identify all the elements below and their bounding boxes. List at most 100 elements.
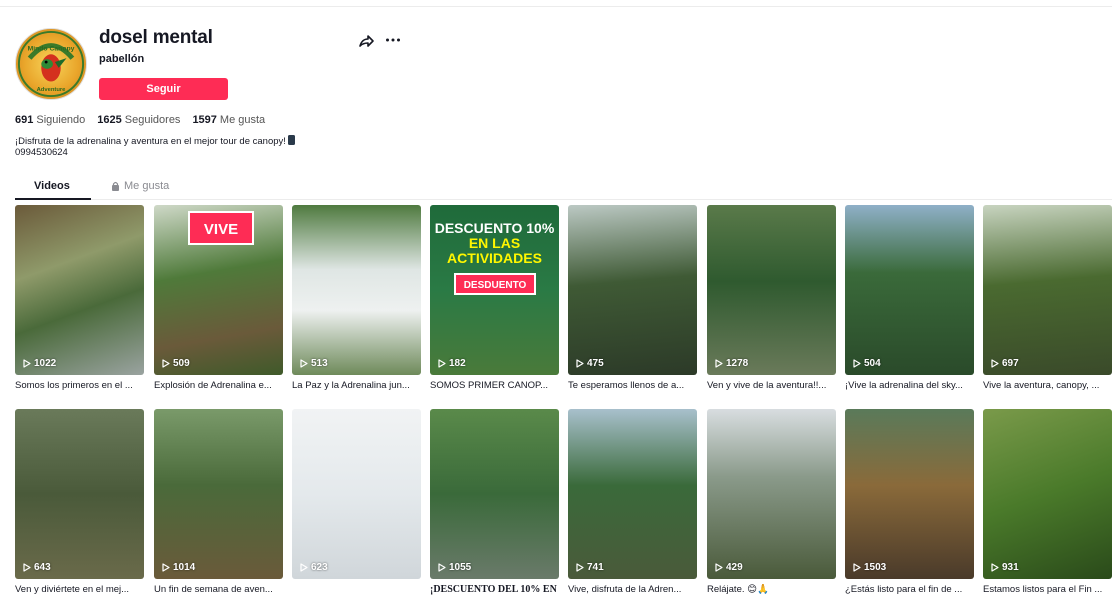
active-tab-indicator xyxy=(15,198,91,200)
view-count: 643 xyxy=(23,562,51,573)
video-card[interactable]: 697 Vive la aventura, canopy, ... xyxy=(983,205,1112,391)
play-icon xyxy=(853,563,861,572)
video-thumbnail[interactable]: 1278 xyxy=(707,205,836,375)
discount-overlay: DESCUENTO 10% EN LAS ACTIVIDADES xyxy=(434,220,555,266)
video-caption: Te esperamos llenos de a... xyxy=(568,380,685,391)
video-caption: ¿Estás listo para el fin de ... xyxy=(845,584,963,595)
view-count: 697 xyxy=(991,358,1019,369)
tab-videos[interactable]: Videos xyxy=(34,180,70,192)
video-card[interactable]: VIVE 509 Explosión de Adrenalina e... xyxy=(154,205,283,391)
play-icon xyxy=(991,359,999,368)
video-thumbnail[interactable]: 931 xyxy=(983,409,1112,579)
video-thumbnail[interactable]: 1055 xyxy=(430,409,559,579)
video-caption: Explosión de Adrenalina e... xyxy=(154,380,272,391)
video-caption: Ven y diviértete en el mej... xyxy=(15,584,130,595)
video-caption: Vive la aventura, canopy, ... xyxy=(983,380,1100,391)
svg-text:Adventure: Adventure xyxy=(37,87,67,93)
svg-text:Mindo Canopy: Mindo Canopy xyxy=(28,45,75,52)
profile-tabs: Videos Me gusta xyxy=(15,175,1112,200)
view-count: 504 xyxy=(853,358,881,369)
tab-liked[interactable]: Me gusta xyxy=(111,180,169,192)
likes-stat: 1597 Me gusta xyxy=(192,114,266,126)
share-icon[interactable] xyxy=(357,32,375,50)
video-card[interactable]: 741 Vive, disfruta de la Adren... xyxy=(568,409,697,595)
view-count: 513 xyxy=(300,358,328,369)
view-count: 1022 xyxy=(23,358,56,369)
video-thumbnail[interactable]: 513 xyxy=(292,205,421,375)
video-thumbnail[interactable]: 697 xyxy=(983,205,1112,375)
view-count: 182 xyxy=(438,358,466,369)
play-icon xyxy=(162,359,170,368)
view-count: 1055 xyxy=(438,562,471,573)
bio: ¡Disfruta de la adrenalina y aventura en… xyxy=(15,135,355,158)
video-caption: Relájate. 😊🙏 xyxy=(707,584,769,595)
top-divider xyxy=(0,6,1112,7)
video-card[interactable]: 1278 Ven y vive de la aventura!!... xyxy=(707,205,836,391)
video-thumbnail[interactable]: 1014 xyxy=(154,409,283,579)
play-icon xyxy=(715,563,723,572)
nickname: pabellón xyxy=(99,53,145,65)
play-icon xyxy=(438,563,446,572)
view-count: 1014 xyxy=(162,562,195,573)
video-card[interactable]: 429 Relájate. 😊🙏 xyxy=(707,409,836,595)
video-thumbnail[interactable]: 1022 xyxy=(15,205,144,375)
view-count: 1503 xyxy=(853,562,886,573)
video-thumbnail[interactable]: 741 xyxy=(568,409,697,579)
video-caption: SOMOS PRIMER CANOP... xyxy=(430,380,549,391)
bio-line1: ¡Disfruta de la adrenalina y aventura en… xyxy=(15,136,286,147)
following-stat[interactable]: 691 Siguiendo xyxy=(15,114,85,126)
video-caption: Somos los primeros en el ... xyxy=(15,380,133,391)
video-caption: Ven y vive de la aventura!!... xyxy=(707,380,827,391)
play-icon xyxy=(23,359,31,368)
play-icon xyxy=(853,359,861,368)
view-count: 475 xyxy=(576,358,604,369)
view-count: 509 xyxy=(162,358,190,369)
play-icon xyxy=(23,563,31,572)
followers-stat[interactable]: 1625 Seguidores xyxy=(97,114,180,126)
discount-pill-overlay: DESDUENTO xyxy=(454,273,536,295)
video-card[interactable]: 1055 ¡DESCUENTO DEL 10% EN xyxy=(430,409,559,595)
video-card[interactable]: DESCUENTO 10% EN LAS ACTIVIDADES DESDUENTO… xyxy=(430,205,559,391)
video-card[interactable]: 1014 Un fin de semana de aven... xyxy=(154,409,283,595)
play-icon xyxy=(991,563,999,572)
video-thumbnail[interactable]: 475 xyxy=(568,205,697,375)
view-count: 1278 xyxy=(715,358,748,369)
video-card[interactable]: 1503 ¿Estás listo para el fin de ... xyxy=(845,409,974,595)
video-thumbnail[interactable]: VIVE 509 xyxy=(154,205,283,375)
play-icon xyxy=(162,563,170,572)
avatar[interactable]: Mindo Canopy Adventure xyxy=(15,28,87,100)
bio-phone: 0994530624 xyxy=(15,147,68,158)
video-caption: La Paz y la Adrenalina jun... xyxy=(292,380,410,391)
play-icon xyxy=(438,359,446,368)
vive-overlay: VIVE xyxy=(188,211,254,245)
view-count: 741 xyxy=(576,562,604,573)
video-card[interactable]: 931 Estamos listos para el Fin ... xyxy=(983,409,1112,595)
play-icon xyxy=(576,359,584,368)
video-card[interactable]: 623 xyxy=(292,409,421,584)
video-thumbnail[interactable]: DESCUENTO 10% EN LAS ACTIVIDADES DESDUENTO… xyxy=(430,205,559,375)
video-thumbnail[interactable]: 504 xyxy=(845,205,974,375)
phone-icon xyxy=(287,135,295,145)
video-card[interactable]: 513 La Paz y la Adrenalina jun... xyxy=(292,205,421,391)
video-card[interactable]: 1022 Somos los primeros en el ... xyxy=(15,205,144,391)
video-thumbnail[interactable]: 623 xyxy=(292,409,421,579)
follow-button[interactable]: Seguir xyxy=(99,78,228,100)
play-icon xyxy=(300,359,308,368)
play-icon xyxy=(300,563,308,572)
mindo-canopy-logo: Mindo Canopy Adventure xyxy=(17,30,85,98)
view-count: 931 xyxy=(991,562,1019,573)
view-count: 623 xyxy=(300,562,328,573)
video-card[interactable]: 475 Te esperamos llenos de a... xyxy=(568,205,697,391)
video-caption: Un fin de semana de aven... xyxy=(154,584,273,595)
more-options-icon[interactable] xyxy=(384,32,402,50)
video-thumbnail[interactable]: 1503 xyxy=(845,409,974,579)
video-thumbnail[interactable]: 429 xyxy=(707,409,836,579)
video-card[interactable]: 504 ¡Vive la adrenalina del sky... xyxy=(845,205,974,391)
video-caption: Estamos listos para el Fin ... xyxy=(983,584,1103,595)
profile-stats: 691 Siguiendo 1625 Seguidores 1597 Me gusta xyxy=(15,114,265,126)
video-caption: Vive, disfruta de la Adren... xyxy=(568,584,682,595)
video-card[interactable]: 643 Ven y diviértete en el mej... xyxy=(15,409,144,595)
tab-liked-label: Me gusta xyxy=(124,180,170,192)
play-icon xyxy=(576,563,584,572)
video-thumbnail[interactable]: 643 xyxy=(15,409,144,579)
